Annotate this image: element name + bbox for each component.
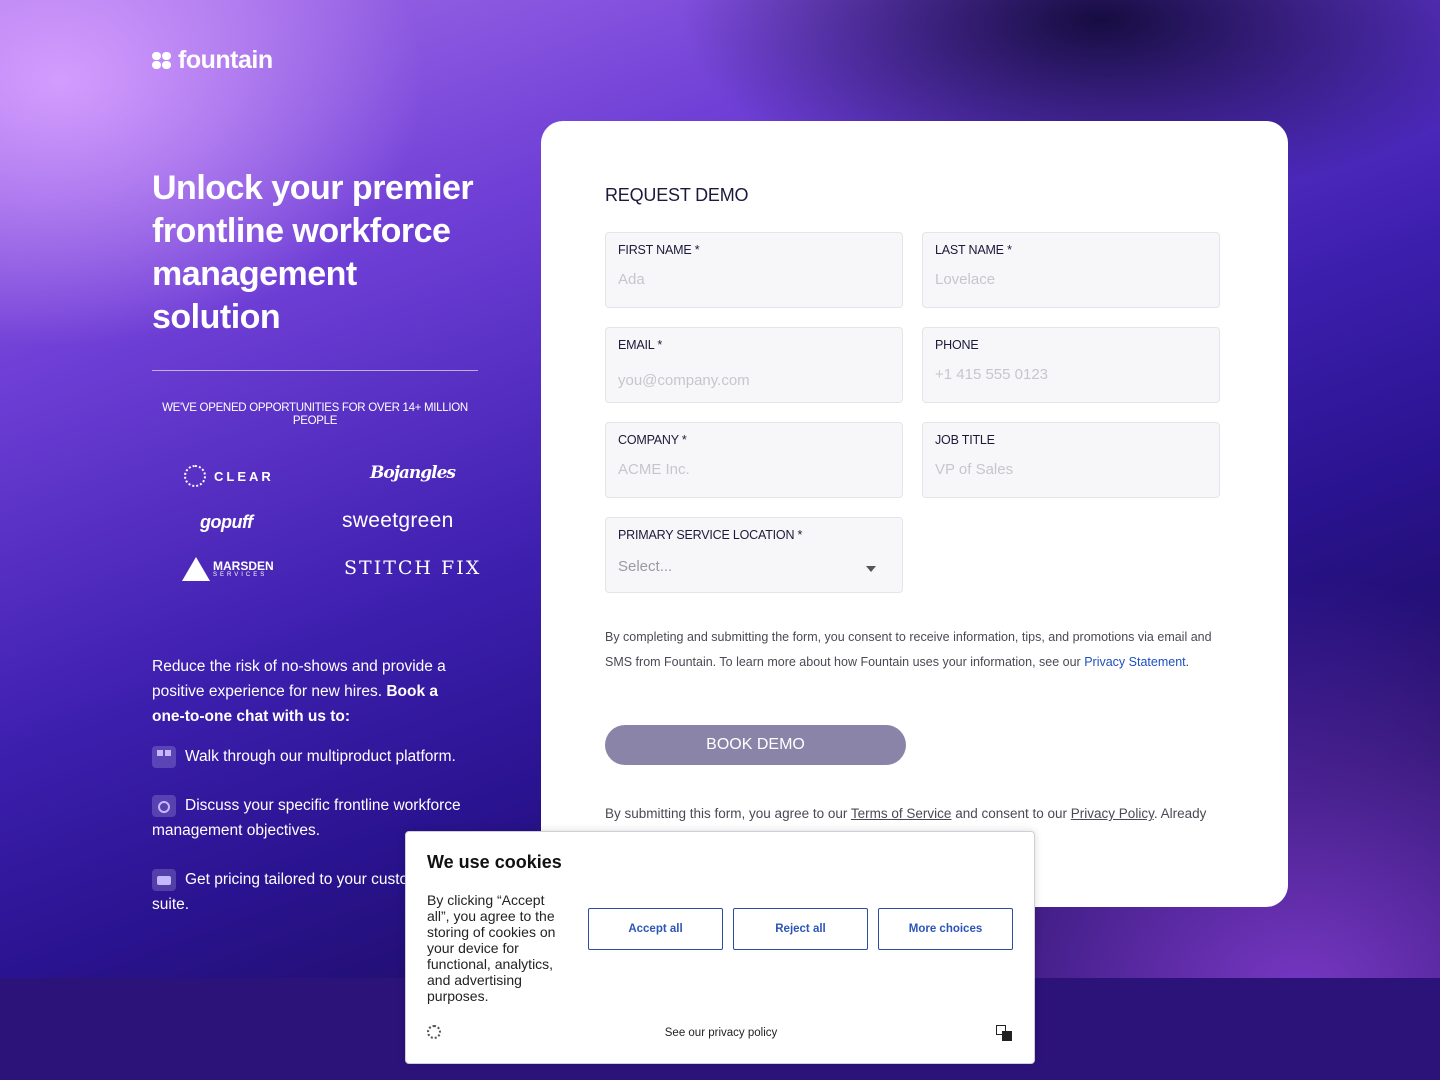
bullet-platform: Walk through our multiproduct platform. [152,744,482,769]
marsden-mountain-icon [182,557,210,581]
job-title-label: JOB TITLE [935,433,995,447]
fountain-logo-icon [152,51,172,70]
agree-prefix: By submitting this form, you agree to ou… [605,806,848,821]
hero-title: Unlock your premier frontline workforce … [152,169,474,336]
location-select[interactable]: PRIMARY SERVICE LOCATION * Select... [605,517,903,593]
phone-input[interactable] [935,366,1205,383]
request-demo-card: REQUEST DEMO FIRST NAME * LAST NAME * EM… [541,121,1288,907]
marsden-logo-text: MARSDEN [213,559,274,573]
language-icon[interactable] [996,1025,1012,1041]
email-input[interactable] [618,372,888,389]
stitchfix-logo: STITCH FIX [344,557,482,579]
reduce-paragraph: Reduce the risk of no-shows and provide … [152,654,472,729]
agree-middle: and consent to our [955,806,1068,821]
company-input[interactable] [618,461,888,478]
clear-logo-text: CLEAR [214,468,274,484]
more-choices-button[interactable]: More choices [878,908,1013,950]
job-title-field[interactable]: JOB TITLE [922,422,1220,498]
gopuff-logo: gopuff [200,512,253,532]
marsden-logo-subtext: SERVICES [213,572,268,578]
logo-text: fountain [178,46,273,74]
privacy-statement-link[interactable]: Privacy Statement [1084,655,1185,669]
agree-suffix: . Already [1153,806,1207,821]
book-demo-button[interactable]: BOOK DEMO [605,725,906,765]
email-label: EMAIL * [618,338,662,352]
location-select-value[interactable]: Select... [618,558,672,575]
first-name-input[interactable] [618,271,888,288]
cookie-banner: We use cookies By clicking “Accept all”,… [405,831,1035,1064]
bojangles-logo: Bojangles [370,463,456,483]
phone-label: PHONE [935,338,979,352]
first-name-field[interactable]: FIRST NAME * [605,232,903,308]
first-name-label: FIRST NAME * [618,243,700,257]
agreement-text: By submitting this form, you agree to ou… [605,806,1245,821]
accept-all-button[interactable]: Accept all [588,908,723,950]
email-field[interactable]: EMAIL * [605,327,903,403]
last-name-field[interactable]: LAST NAME * [922,232,1220,308]
consent-text: By completing and submitting the form, y… [605,625,1235,675]
opportunities-text: WE'VE OPENED OPPORTUNITIES FOR OVER 14+ … [162,402,468,427]
fountain-logo[interactable]: fountain [152,46,273,75]
company-field[interactable]: COMPANY * [605,422,903,498]
marsden-logo: MARSDEN SERVICES [182,557,274,581]
search-icon [152,794,176,817]
hero-divider [152,370,478,371]
privacy-policy-link[interactable]: Privacy Policy [1071,806,1154,821]
reject-all-button[interactable]: Reject all [733,908,868,950]
chevron-down-icon[interactable] [866,566,876,572]
location-label: PRIMARY SERVICE LOCATION * [618,528,803,542]
job-title-input[interactable] [935,461,1205,478]
cookie-privacy-link[interactable]: See our privacy policy [406,1027,1036,1039]
cookie-text: By clicking “Accept all”, you agree to t… [427,892,556,1004]
consent-end: . [1185,655,1190,669]
phone-field[interactable]: PHONE [922,327,1220,403]
last-name-label: LAST NAME * [935,243,1012,257]
clear-ring-icon [184,465,206,487]
terms-of-service-link[interactable]: Terms of Service [851,806,952,821]
form-title: REQUEST DEMO [605,185,749,205]
cookie-title: We use cookies [427,852,562,872]
company-label: COMPANY * [618,433,687,447]
credit-card-icon [152,868,176,891]
sweetgreen-logo: sweetgreen [342,509,454,532]
grid-icon [152,745,176,768]
clear-logo: CLEAR [184,465,274,487]
bullet-text: Walk through our multiproduct platform. [185,748,456,765]
last-name-input[interactable] [935,271,1205,288]
